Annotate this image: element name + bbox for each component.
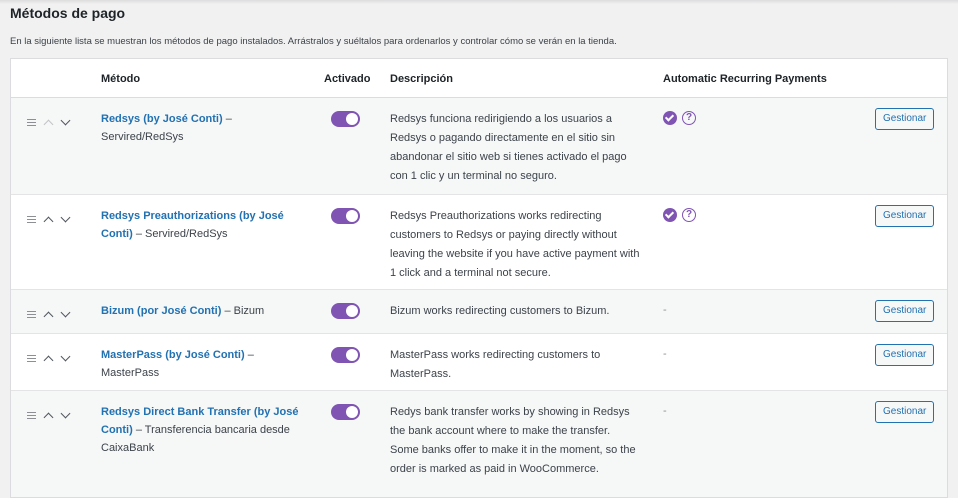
arp-cell: - [663,405,667,417]
method-suffix: – Bizum [221,305,265,317]
enabled-toggle[interactable] [331,347,360,363]
enabled-toggle[interactable] [331,303,360,319]
method-cell: Redsys Direct Bank Transfer (by José Con… [101,403,306,457]
arp-cell: - [663,304,667,316]
method-cell: MasterPass (by José Conti) – MasterPass [101,346,306,382]
payment-methods-table: Método Activado Descripción Automatic Re… [10,58,948,498]
row-handles [27,351,79,365]
method-cell: Redsys Preauthorizations (by José Conti)… [101,207,306,243]
manage-button[interactable]: Gestionar [875,401,935,423]
method-description: Redys bank transfer works by showing in … [390,406,636,475]
method-cell: Bizum (por José Conti) – Bizum [101,302,306,320]
chevron-down-icon[interactable] [60,212,71,222]
header-enabled: Activado [324,73,371,85]
chevron-down-icon[interactable] [60,115,71,125]
table-row: Redsys Preauthorizations (by José Conti)… [11,195,947,290]
drag-handle-icon[interactable] [27,411,36,419]
header-arp: Automatic Recurring Payments [663,73,827,85]
drag-handle-icon[interactable] [27,215,36,223]
method-cell: Redsys (by José Conti) – Servired/RedSys [101,110,306,146]
header-description: Descripción [390,73,453,85]
method-description: Redsys funciona redirigiendo a los usuar… [390,113,627,182]
manage-button[interactable]: Gestionar [875,344,935,366]
help-icon[interactable]: ? [682,111,696,125]
check-circle-icon [663,111,677,125]
table-row: Bizum (por José Conti) – Bizum Bizum wor… [11,290,947,334]
row-handles [27,115,79,129]
row-handles [27,307,79,321]
method-description: MasterPass works redirecting customers t… [390,349,601,380]
method-suffix: – Servired/RedSys [132,228,228,240]
chevron-down-icon[interactable] [60,408,71,418]
chevron-down-icon[interactable] [60,351,71,361]
enabled-toggle[interactable] [331,111,360,127]
chevron-up-icon [43,119,54,129]
table-row: Redsys (by José Conti) – Servired/RedSys… [11,98,947,195]
method-link[interactable]: MasterPass (by José Conti) [101,349,245,361]
arp-cell: - [663,348,667,360]
arp-cell: ? [663,207,696,223]
drag-handle-icon[interactable] [27,118,36,126]
table-header: Método Activado Descripción Automatic Re… [11,59,947,98]
drag-handle-icon[interactable] [27,310,36,318]
row-handles [27,408,79,422]
method-link[interactable]: Bizum (por José Conti) [101,305,221,317]
manage-button[interactable]: Gestionar [875,108,935,130]
enabled-toggle[interactable] [331,404,360,420]
drag-handle-icon[interactable] [27,354,36,362]
check-circle-icon [663,208,677,222]
row-handles [27,212,79,226]
table-row: Redsys Direct Bank Transfer (by José Con… [11,391,947,497]
enabled-toggle[interactable] [331,208,360,224]
page-title: Métodos de pago [10,5,126,21]
manage-button[interactable]: Gestionar [875,205,935,227]
chevron-up-icon[interactable] [43,355,54,365]
method-description: Bizum works redirecting customers to Biz… [390,305,610,317]
method-link[interactable]: Redsys (by José Conti) [101,113,223,125]
page-intro: En la siguiente lista se muestran los mé… [10,36,617,47]
manage-button[interactable]: Gestionar [875,300,935,322]
chevron-up-icon[interactable] [43,412,54,422]
table-row: MasterPass (by José Conti) – MasterPass … [11,334,947,391]
chevron-up-icon[interactable] [43,311,54,321]
header-method: Método [101,73,141,85]
help-icon[interactable]: ? [682,208,696,222]
arp-cell: ? [663,110,696,126]
admin-top-edge [0,0,958,4]
chevron-down-icon[interactable] [60,307,71,317]
chevron-up-icon[interactable] [43,216,54,226]
method-description: Redsys Preauthorizations works redirecti… [390,210,640,279]
